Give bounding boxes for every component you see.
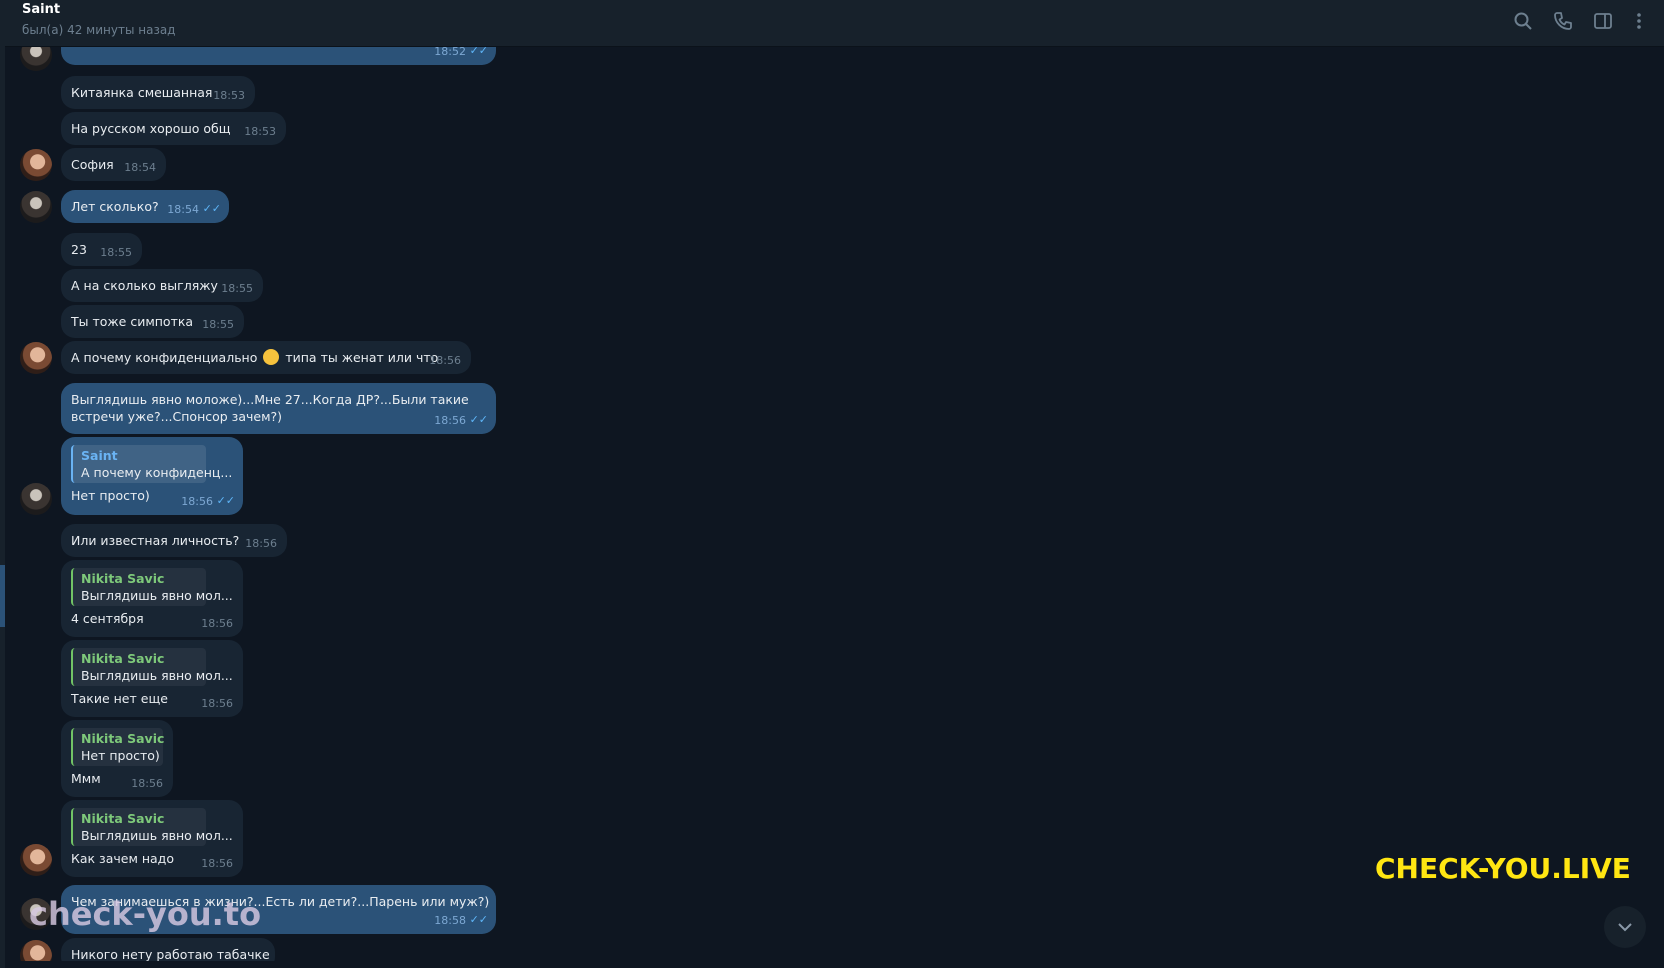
reply-text: Выглядишь явно мол...	[81, 668, 233, 683]
message-text: Как зачем надо	[71, 851, 174, 866]
reply-quote[interactable]: Saint А почему конфиденц...	[71, 445, 233, 483]
message-bubble[interactable]: Nikita Savic Выглядишь явно мол... Как з…	[61, 800, 243, 877]
message-time: 18:56	[245, 537, 277, 550]
read-checkmarks-icon: ✓✓	[469, 47, 488, 57]
reply-author: Nikita Savic	[81, 651, 165, 666]
message-text: Никого нету работаю табачке	[71, 947, 270, 961]
avatar[interactable]	[20, 844, 52, 876]
reply-quote[interactable]: Nikita Savic Выглядишь явно мол...	[71, 648, 233, 686]
message-text-end: типа ты женат или что	[285, 350, 439, 365]
message-text: София	[71, 157, 114, 172]
reply-quote[interactable]: Nikita Savic Выглядишь явно мол...	[71, 808, 233, 846]
reply-text: Выглядишь явно мол...	[81, 828, 233, 843]
message-bubble[interactable]: Nikita Savic Выглядишь явно мол... Такие…	[61, 640, 243, 717]
chat-header: Saint был(а) 42 минуты назад	[5, 0, 1664, 47]
message-bubble[interactable]: А на сколько выгляжу 18:55	[61, 269, 263, 302]
message-text-line1: Выглядишь явно моложе)...Мне 27...Когда …	[71, 392, 469, 407]
message-text: Нет просто)	[71, 488, 150, 503]
avatar[interactable]	[20, 342, 52, 374]
message-text: На русском хорошо общ	[71, 121, 231, 136]
message-bubble[interactable]: 18:52 ✓✓	[61, 47, 496, 65]
message-text: Лет сколько?	[71, 199, 159, 214]
message-time: 18:55	[202, 318, 234, 331]
message-text: Или известная личность?	[71, 533, 240, 548]
avatar[interactable]	[20, 483, 52, 515]
message-bubble[interactable]: А почему конфиденциально типа ты женат и…	[61, 341, 471, 374]
message-bubble[interactable]: 23 18:55	[61, 233, 142, 266]
message-bubble[interactable]: Выглядишь явно моложе)...Мне 27...Когда …	[61, 383, 496, 434]
message-time: 18:54	[124, 161, 156, 174]
thinking-emoji-icon	[263, 349, 280, 365]
reply-text: Нет просто)	[81, 748, 160, 763]
message-time: 18:56	[429, 354, 461, 367]
message-bubble[interactable]: Ты тоже симпотка 18:55	[61, 305, 244, 338]
read-checkmarks-icon: ✓✓	[202, 202, 221, 215]
phone-icon[interactable]	[1552, 10, 1574, 32]
more-vertical-icon[interactable]	[1628, 10, 1650, 32]
message-list[interactable]: 18:52 ✓✓ Китаянка смешанная 18:53 На рус…	[5, 47, 1664, 961]
message-time: 18:53	[213, 89, 245, 102]
reply-author: Saint	[81, 448, 118, 463]
reply-text: Выглядишь явно мол...	[81, 588, 233, 603]
avatar[interactable]	[20, 149, 52, 181]
read-checkmarks-icon: ✓✓	[216, 494, 235, 507]
read-checkmarks-icon: ✓✓	[469, 413, 488, 426]
message-time: 18:54	[167, 203, 199, 216]
reply-author: Nikita Savic	[81, 571, 165, 586]
reply-text: А почему конфиденц...	[81, 465, 233, 480]
message-text: Такие нет еще	[71, 691, 168, 706]
watermark-top: CHECK-YOU.LIVE	[1375, 852, 1631, 885]
message-bubble[interactable]: Китаянка смешанная 18:53	[61, 76, 255, 109]
sidebar-toggle-icon[interactable]	[1592, 10, 1614, 32]
last-seen-status: был(а) 42 минуты назад	[22, 23, 176, 37]
reply-author: Nikita Savic	[81, 811, 165, 826]
message-text-line2: встречи уже?...Спонсор зачем?)	[71, 409, 283, 424]
message-bubble[interactable]: Nikita Savic Нет просто) Ммм 18:56	[61, 720, 173, 797]
message-time: 18:55	[221, 282, 253, 295]
avatar[interactable]	[20, 47, 52, 71]
message-bubble[interactable]: На русском хорошо общ 18:53	[61, 112, 286, 145]
message-bubble[interactable]: Никого нету работаю табачке	[61, 938, 275, 961]
message-time: 18:56	[201, 697, 233, 710]
avatar[interactable]	[20, 940, 52, 961]
message-bubble[interactable]: Лет сколько? 18:54 ✓✓	[61, 190, 229, 223]
reply-author: Nikita Savic	[81, 731, 165, 746]
message-text: Ты тоже симпотка	[71, 314, 194, 329]
message-time: 18:52	[434, 47, 466, 58]
message-text: Ммм	[71, 771, 101, 786]
chat-title[interactable]: Saint	[22, 2, 60, 17]
message-text: Китаянка смешанная	[71, 85, 213, 100]
message-text: 23	[71, 242, 87, 257]
read-checkmarks-icon: ✓✓	[469, 913, 488, 926]
message-time: 18:53	[244, 125, 276, 138]
message-text: 4 сентября	[71, 611, 144, 626]
message-bubble[interactable]: Или известная личность? 18:56	[61, 524, 287, 557]
scroll-down-button[interactable]	[1604, 906, 1646, 948]
chevron-down-icon	[1618, 923, 1632, 932]
message-bubble[interactable]: София 18:54	[61, 148, 166, 181]
message-bubble[interactable]: Saint А почему конфиденц... Нет просто) …	[61, 437, 243, 515]
message-time: 18:56	[434, 414, 466, 427]
message-time: 18:56	[201, 617, 233, 630]
message-time: 18:55	[100, 246, 132, 259]
message-time: 18:58	[434, 914, 466, 927]
message-text-start: А почему конфиденциально	[71, 350, 258, 365]
reply-quote[interactable]: Nikita Savic Выглядишь явно мол...	[71, 568, 233, 606]
watermark-bottom: check-you.to	[29, 895, 262, 933]
avatar[interactable]	[20, 191, 52, 223]
reply-quote[interactable]: Nikita Savic Нет просто)	[71, 728, 165, 766]
search-icon[interactable]	[1512, 10, 1534, 32]
message-time: 18:56	[201, 857, 233, 870]
message-time: 18:56	[131, 777, 163, 790]
message-time: 18:56	[181, 495, 213, 508]
message-text: А на сколько выгляжу	[71, 278, 218, 293]
message-bubble[interactable]: Nikita Savic Выглядишь явно мол... 4 сен…	[61, 560, 243, 637]
